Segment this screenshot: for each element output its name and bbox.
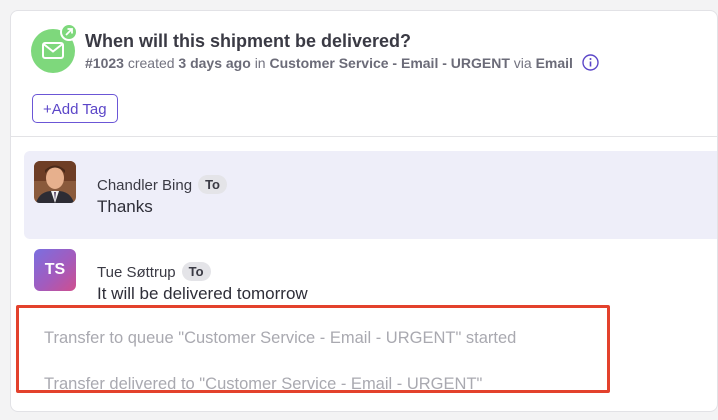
in-label: in — [254, 55, 266, 71]
message-highlight — [24, 151, 717, 239]
email-channel-icon — [31, 23, 78, 73]
outbound-arrow-icon — [60, 23, 78, 41]
created-label: created — [127, 55, 175, 71]
conversation-title: When will this shipment be delivered? — [85, 31, 412, 51]
system-event: Transfer delivered to "Customer Service … — [44, 375, 483, 393]
sender-name: Chandler Bing — [97, 177, 193, 194]
via-label: via — [513, 55, 532, 71]
conversation-age: 3 days ago — [178, 55, 251, 71]
avatar: TS — [34, 249, 76, 291]
message-sender: Chandler Bing To — [97, 175, 227, 194]
message-sender: Tue Søttrup To — [97, 262, 211, 281]
avatar — [34, 161, 76, 203]
recipient-badge: To — [181, 262, 211, 281]
info-icon[interactable] — [582, 54, 599, 74]
add-tag-button[interactable]: +Add Tag — [32, 94, 118, 123]
conversation-id: #1023 — [85, 55, 124, 71]
conversation-meta: #1023 created 3 days ago in Customer Ser… — [85, 54, 599, 74]
conversation-header: When will this shipment be delivered? #1… — [11, 11, 717, 137]
channel-name: Email — [535, 55, 573, 71]
message-text: It will be delivered tomorrow — [97, 284, 308, 303]
message-text: Thanks — [97, 197, 153, 216]
system-event: Transfer to queue "Customer Service - Em… — [44, 329, 517, 347]
queue-name[interactable]: Customer Service - Email - URGENT — [269, 55, 509, 71]
recipient-badge: To — [198, 175, 227, 194]
sender-name: Tue Søttrup — [97, 264, 176, 281]
